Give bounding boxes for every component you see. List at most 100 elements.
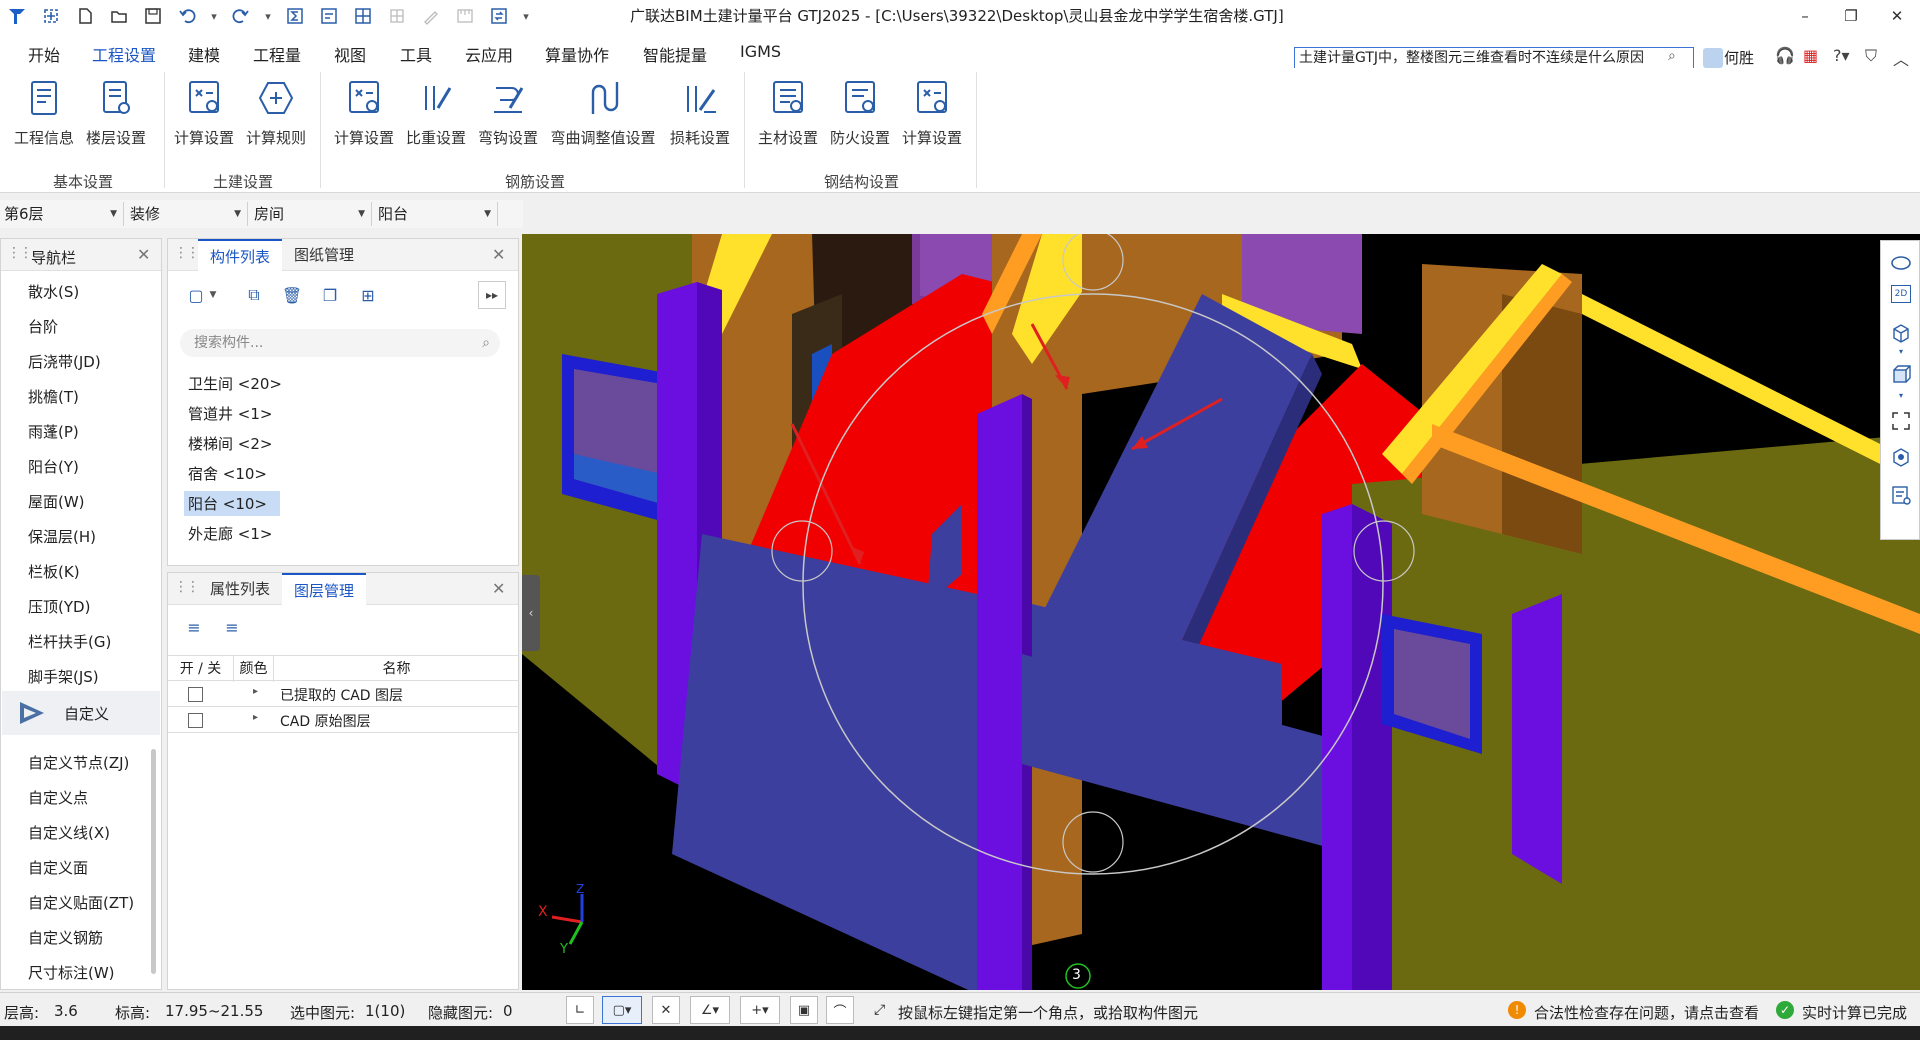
table-row[interactable]: ▸ 已提取的 CAD 图层 <box>168 681 519 707</box>
calculator-icon[interactable]: ▦ <box>1803 46 1818 65</box>
nav-sub-item[interactable]: 自定义面 <box>28 857 88 878</box>
layer-copy-icon[interactable]: ⊞ <box>354 281 382 309</box>
component-item[interactable]: 楼梯间 <2> <box>184 431 276 456</box>
curve-icon[interactable]: ⌒ <box>826 996 854 1024</box>
nav-item[interactable]: 压顶(YD) <box>28 596 90 617</box>
nav-sub-item[interactable]: 自定义线(X) <box>28 822 110 843</box>
close-icon[interactable]: ✕ <box>492 579 505 598</box>
chevron-down-icon[interactable]: ▾ <box>1887 345 1915 357</box>
undo-icon[interactable] <box>170 0 204 32</box>
scrollbar[interactable] <box>151 749 156 974</box>
calc-rules-button[interactable]: 计算规则 <box>240 74 312 148</box>
2d-icon[interactable]: 2D <box>1891 285 1911 303</box>
nav-item[interactable]: 雨蓬(P) <box>28 421 79 442</box>
caret-right-icon[interactable]: ▸ <box>253 712 258 723</box>
component-item[interactable]: 卫生间 <20> <box>184 371 286 396</box>
box-icon[interactable] <box>1887 361 1915 389</box>
snap-point-icon[interactable]: +▾ <box>740 996 780 1024</box>
sync-icon[interactable] <box>482 0 516 32</box>
redo-dropdown-icon[interactable]: ▾ <box>258 0 278 32</box>
cube-icon[interactable] <box>1887 319 1915 347</box>
chevron-down-icon[interactable]: ▾ <box>1887 389 1915 401</box>
copy-icon[interactable]: ⧉ <box>240 281 268 309</box>
hook-settings-button[interactable]: 弯钩设置 <box>472 74 544 148</box>
layer-toggle-checkbox[interactable] <box>188 687 203 702</box>
user-name[interactable]: 何胜 <box>1724 47 1754 68</box>
search-icon[interactable]: ⌕ <box>1668 48 1676 64</box>
help-icon[interactable]: ?▾ <box>1833 46 1850 65</box>
component-select[interactable]: 阳台 ▼ <box>374 202 498 226</box>
display-icon[interactable]: ▣ <box>790 996 818 1024</box>
menu-tools[interactable]: 工具 <box>400 42 432 66</box>
angle-icon[interactable]: ∠▾ <box>690 996 730 1024</box>
close-icon[interactable]: ✕ <box>492 245 505 264</box>
chevron-down-icon[interactable]: ▼ <box>206 281 220 309</box>
3d-view-icon[interactable] <box>1887 443 1915 471</box>
menu-smart-extract[interactable]: 智能提量 <box>643 42 707 66</box>
validity-warning-link[interactable]: 合法性检查存在问题，请点击查看 <box>1534 1002 1759 1023</box>
open-folder-icon[interactable] <box>102 0 136 32</box>
density-settings-button[interactable]: 比重设置 <box>400 74 472 148</box>
menu-modeling[interactable]: 建模 <box>188 42 220 66</box>
layer-collapse-icon[interactable]: ≡ <box>218 613 246 641</box>
snap-icon[interactable] <box>34 0 68 32</box>
tab-layer-management[interactable]: 图层管理 <box>282 573 367 605</box>
table-row[interactable]: ▸ CAD 原始图层 <box>168 707 519 733</box>
list-settings-icon[interactable] <box>1887 481 1915 509</box>
restore-button[interactable]: ❐ <box>1828 0 1874 32</box>
app-logo-icon[interactable] <box>0 0 34 32</box>
drag-handle-icon[interactable]: ⋮⋮ <box>7 245 33 261</box>
save-icon[interactable] <box>136 0 170 32</box>
redo-icon[interactable] <box>224 0 258 32</box>
drag-handle-icon[interactable]: ⋮⋮ <box>174 245 200 261</box>
tab-drawing-management[interactable]: 图纸管理 <box>282 239 366 271</box>
nav-item[interactable]: 栏杆扶手(G) <box>28 631 111 652</box>
minimize-button[interactable]: – <box>1782 0 1828 32</box>
nav-item[interactable]: 栏板(K) <box>28 561 80 582</box>
steel-calc-settings-button[interactable]: 计算设置 <box>896 74 968 148</box>
loss-settings-button[interactable]: 损耗设置 <box>664 74 736 148</box>
fireproof-settings-button[interactable]: 防火设置 <box>824 74 896 148</box>
menu-cloud[interactable]: 云应用 <box>465 42 513 66</box>
layer-toggle-checkbox[interactable] <box>188 713 203 728</box>
main-material-settings-button[interactable]: 主材设置 <box>752 74 824 148</box>
category-select[interactable]: 装修 ▼ <box>126 202 248 226</box>
type-select[interactable]: 房间 ▼ <box>250 202 372 226</box>
collapse-panel-handle[interactable]: ‹ <box>522 575 540 651</box>
orbit-icon[interactable] <box>1887 249 1915 277</box>
avatar[interactable] <box>1703 48 1723 68</box>
delete-icon[interactable]: 🗑 <box>278 281 306 309</box>
project-info-button[interactable]: 工程信息 <box>8 74 80 148</box>
nav-item[interactable]: 保温层(H) <box>28 526 96 547</box>
component-search-input[interactable]: 搜索构件... ⌕ <box>180 329 500 357</box>
drag-handle-icon[interactable]: ⋮⋮ <box>174 579 200 595</box>
menu-collaboration[interactable]: 算量协作 <box>545 42 609 66</box>
caret-right-icon[interactable]: ▸ <box>253 686 258 697</box>
nav-item[interactable]: 后浇带(JD) <box>28 351 101 372</box>
menu-start[interactable]: 开始 <box>28 42 60 66</box>
duplicate-icon[interactable]: ❐ <box>316 281 344 309</box>
component-item[interactable]: 管道井 <1> <box>184 401 276 426</box>
tab-component-list[interactable]: 构件列表 <box>198 239 283 271</box>
calc-icon[interactable] <box>312 0 346 32</box>
nav-item[interactable]: 脚手架(JS) <box>28 666 99 687</box>
nav-item[interactable]: 挑檐(T) <box>28 386 79 407</box>
undo-dropdown-icon[interactable]: ▾ <box>204 0 224 32</box>
new-file-icon[interactable] <box>68 0 102 32</box>
menu-igms[interactable]: IGMS <box>740 42 781 61</box>
nav-sub-item[interactable]: 自定义点 <box>28 787 88 808</box>
3d-viewport[interactable]: X Z Y 3 <box>522 234 1920 990</box>
component-item[interactable]: 宿舍 <10> <box>184 461 271 486</box>
menu-view[interactable]: 视图 <box>334 42 366 66</box>
sum-icon[interactable] <box>278 0 312 32</box>
more-tools-icon[interactable]: ▸▸ <box>478 281 506 309</box>
nav-group-custom[interactable]: 自定义 <box>2 691 160 735</box>
bend-adjust-settings-button[interactable]: 弯曲调整值设置 <box>548 74 658 148</box>
nav-sub-item[interactable]: 自定义贴面(ZT) <box>28 892 134 913</box>
floor-settings-button[interactable]: 楼层设置 <box>80 74 152 148</box>
shirt-icon[interactable]: ⛉ <box>1865 46 1877 66</box>
component-item[interactable]: 外走廊 <1> <box>184 521 276 546</box>
nav-sub-item[interactable]: 自定义钢筋 <box>28 927 103 948</box>
help-search-input[interactable]: 土建计量GTJ中，整楼图元三维查看时不连续是什么原因 <box>1294 47 1694 69</box>
more-icon[interactable]: ▾ <box>516 0 536 32</box>
